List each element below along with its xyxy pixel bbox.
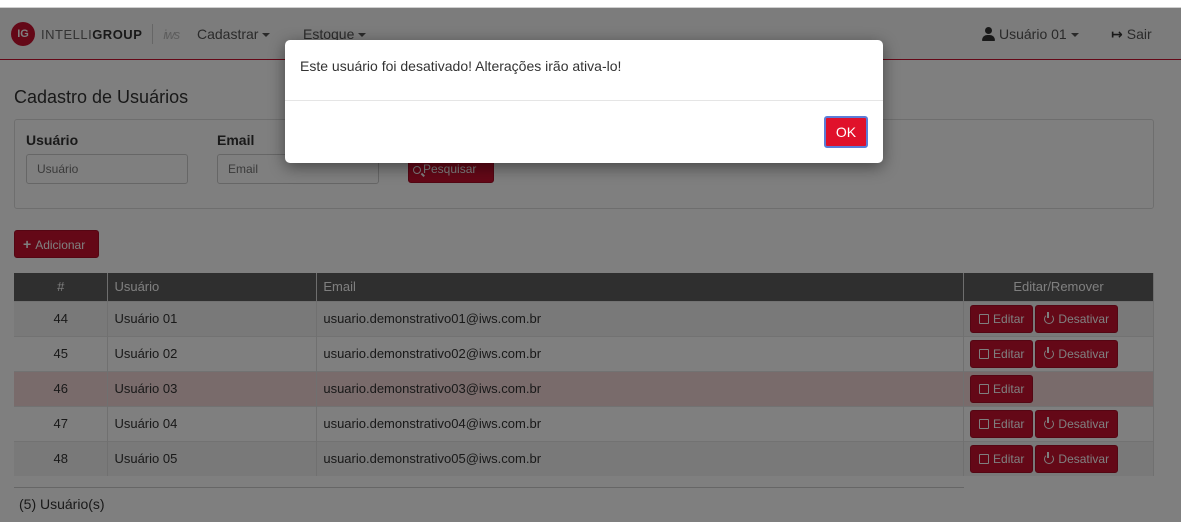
browser-top-strip — [0, 0, 1181, 8]
alert-dialog: Este usuário foi desativado! Alterações … — [285, 40, 883, 163]
alert-message: Este usuário foi desativado! Alterações … — [300, 58, 622, 74]
dialog-divider — [285, 100, 883, 101]
ok-button[interactable]: OK — [824, 116, 868, 148]
